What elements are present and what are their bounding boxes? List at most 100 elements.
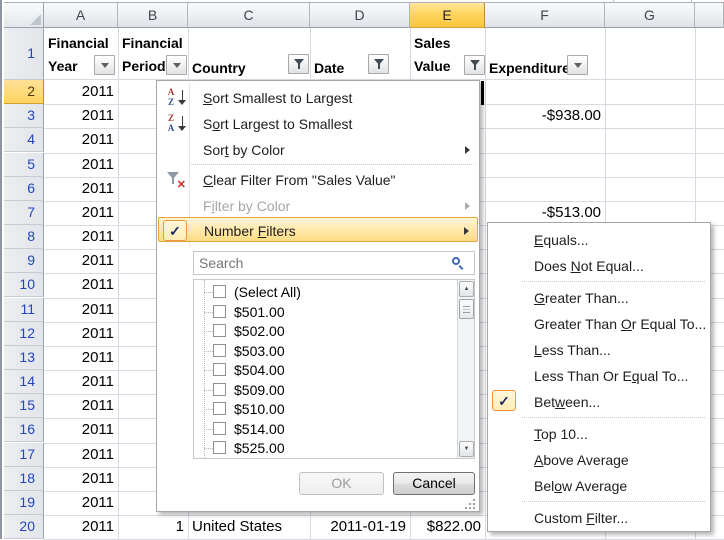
cell-A11[interactable]: 2011 bbox=[44, 298, 118, 322]
resize-grip[interactable] bbox=[463, 499, 475, 511]
row-header-17[interactable]: 17 bbox=[4, 443, 44, 467]
column-header-e[interactable]: E bbox=[410, 3, 485, 28]
scrollbar[interactable]: ▲ ▼ bbox=[457, 280, 474, 458]
submenu-item-below-average[interactable]: Below Average bbox=[489, 473, 709, 499]
filter-value-item[interactable]: $525.00 bbox=[194, 439, 454, 458]
column-header-d[interactable]: D bbox=[310, 3, 410, 28]
checkbox[interactable] bbox=[213, 344, 226, 357]
autofilter-button-e-filtered[interactable] bbox=[464, 55, 485, 75]
autofilter-button-a[interactable] bbox=[94, 55, 115, 75]
row-header-16[interactable]: 16 bbox=[4, 418, 44, 442]
row-header-4[interactable]: 4 bbox=[4, 128, 44, 152]
cell-A6[interactable]: 2011 bbox=[44, 177, 118, 201]
submenu-item-does-not-equal[interactable]: Does Not Equal... bbox=[489, 253, 709, 279]
row-header-15[interactable]: 15 bbox=[4, 394, 44, 418]
cell-A14[interactable]: 2011 bbox=[44, 370, 118, 394]
row-header-3[interactable]: 3 bbox=[4, 104, 44, 128]
menu-item-sort-descending[interactable]: ZA Sort Largest to Smallest bbox=[158, 111, 478, 137]
row-header-5[interactable]: 5 bbox=[4, 153, 44, 177]
submenu-item-top-10[interactable]: Top 10... bbox=[489, 421, 709, 447]
submenu-item-greater-than-or-equal[interactable]: Greater Than Or Equal To... bbox=[489, 311, 709, 337]
scroll-thumb[interactable] bbox=[459, 299, 474, 319]
menu-item-sort-ascending[interactable]: AZ Sort Smallest to Largest bbox=[158, 85, 478, 111]
checkbox[interactable] bbox=[213, 383, 226, 396]
cell-A9[interactable]: 2011 bbox=[44, 249, 118, 273]
cell-D20[interactable]: 2011-01-19 bbox=[310, 515, 410, 539]
scroll-down-button[interactable]: ▼ bbox=[459, 441, 474, 457]
row-header-2[interactable]: 2 bbox=[4, 80, 44, 104]
row-header-10[interactable]: 10 bbox=[4, 273, 44, 297]
autofilter-button-d-filtered[interactable] bbox=[368, 54, 389, 74]
row-header-11[interactable]: 11 bbox=[4, 298, 44, 322]
cell-F3[interactable]: -$938.00 bbox=[485, 104, 605, 128]
column-header-a[interactable]: A bbox=[44, 3, 118, 28]
row-header-18[interactable]: 18 bbox=[4, 467, 44, 491]
filter-value-item[interactable]: $510.00 bbox=[194, 400, 454, 419]
cell-A18[interactable]: 2011 bbox=[44, 467, 118, 491]
cell-A8[interactable]: 2011 bbox=[44, 225, 118, 249]
filter-value-item[interactable]: $509.00 bbox=[194, 381, 454, 400]
autofilter-button-f[interactable] bbox=[567, 55, 588, 75]
checkbox[interactable] bbox=[213, 422, 226, 435]
cell-A19[interactable]: 2011 bbox=[44, 491, 118, 515]
checkbox[interactable] bbox=[213, 285, 226, 298]
filter-value-item[interactable]: $502.00 bbox=[194, 322, 454, 341]
select-all-corner[interactable] bbox=[4, 3, 44, 28]
column-header-f[interactable]: F bbox=[485, 3, 605, 28]
menu-item-clear-filter[interactable]: ✕ Clear Filter From "Sales Value" bbox=[158, 167, 478, 193]
column-header-c[interactable]: C bbox=[188, 3, 310, 28]
row-header-13[interactable]: 13 bbox=[4, 346, 44, 370]
cell-B20[interactable]: 1 bbox=[118, 515, 188, 539]
menu-item-sort-by-color[interactable]: Sort by Color bbox=[158, 137, 478, 163]
autofilter-button-c-filtered[interactable] bbox=[288, 54, 309, 74]
row-header-9[interactable]: 9 bbox=[4, 249, 44, 273]
filter-value-item[interactable]: $514.00 bbox=[194, 420, 454, 439]
cell-A16[interactable]: 2011 bbox=[44, 418, 118, 442]
row-header-12[interactable]: 12 bbox=[4, 322, 44, 346]
row-header-19[interactable]: 19 bbox=[4, 491, 44, 515]
row-header-7[interactable]: 7 bbox=[4, 201, 44, 225]
menu-item-number-filters[interactable]: ✓ Number Filters bbox=[158, 217, 478, 242]
submenu-item-between[interactable]: ✓ Between... bbox=[489, 389, 709, 415]
cell-A2[interactable]: 2011 bbox=[44, 80, 118, 104]
filter-value-item[interactable]: $501.00 bbox=[194, 303, 454, 322]
cell-E20[interactable]: $822.00 bbox=[410, 515, 485, 539]
filter-value-item[interactable]: (Select All) bbox=[194, 283, 454, 302]
menu-item-filter-by-color[interactable]: Filter by Color bbox=[158, 193, 478, 219]
autofilter-button-b[interactable] bbox=[166, 55, 187, 75]
ok-button[interactable]: OK bbox=[299, 472, 384, 495]
column-header-b[interactable]: B bbox=[118, 3, 188, 28]
scroll-up-button[interactable]: ▲ bbox=[459, 281, 474, 297]
row-header-8[interactable]: 8 bbox=[4, 225, 44, 249]
column-header-h-partial[interactable] bbox=[695, 3, 724, 28]
filter-value-item-partial[interactable] bbox=[194, 458, 454, 459]
cell-A10[interactable]: 2011 bbox=[44, 273, 118, 297]
submenu-item-less-than-or-equal[interactable]: Less Than Or Equal To... bbox=[489, 363, 709, 389]
submenu-item-custom-filter[interactable]: Custom Filter... bbox=[489, 505, 709, 531]
cell-A12[interactable]: 2011 bbox=[44, 322, 118, 346]
checkbox[interactable] bbox=[213, 402, 226, 415]
submenu-item-greater-than[interactable]: Greater Than... bbox=[489, 285, 709, 311]
cell-A20[interactable]: 2011 bbox=[44, 515, 118, 539]
checkbox[interactable] bbox=[213, 363, 226, 376]
cell-A7[interactable]: 2011 bbox=[44, 201, 118, 225]
column-header-g[interactable]: G bbox=[605, 3, 695, 28]
submenu-item-less-than[interactable]: Less Than... bbox=[489, 337, 709, 363]
row-header-6[interactable]: 6 bbox=[4, 177, 44, 201]
row-header-1[interactable]: 1 bbox=[4, 28, 44, 80]
submenu-item-equals[interactable]: Equals... bbox=[489, 227, 709, 253]
filter-value-item[interactable]: $503.00 bbox=[194, 342, 454, 361]
checkbox[interactable] bbox=[213, 305, 226, 318]
checkbox[interactable] bbox=[213, 441, 226, 454]
filter-value-item[interactable]: $504.00 bbox=[194, 361, 454, 380]
cell-A4[interactable]: 2011 bbox=[44, 128, 118, 152]
cell-A5[interactable]: 2011 bbox=[44, 153, 118, 177]
row-header-14[interactable]: 14 bbox=[4, 370, 44, 394]
submenu-item-above-average[interactable]: Above Average bbox=[489, 447, 709, 473]
checkbox[interactable] bbox=[213, 324, 226, 337]
search-input[interactable] bbox=[193, 251, 475, 275]
cell-A3[interactable]: 2011 bbox=[44, 104, 118, 128]
cell-A13[interactable]: 2011 bbox=[44, 346, 118, 370]
cell-C20[interactable]: United States bbox=[188, 515, 310, 539]
row-header-20[interactable]: 20 bbox=[4, 515, 44, 539]
